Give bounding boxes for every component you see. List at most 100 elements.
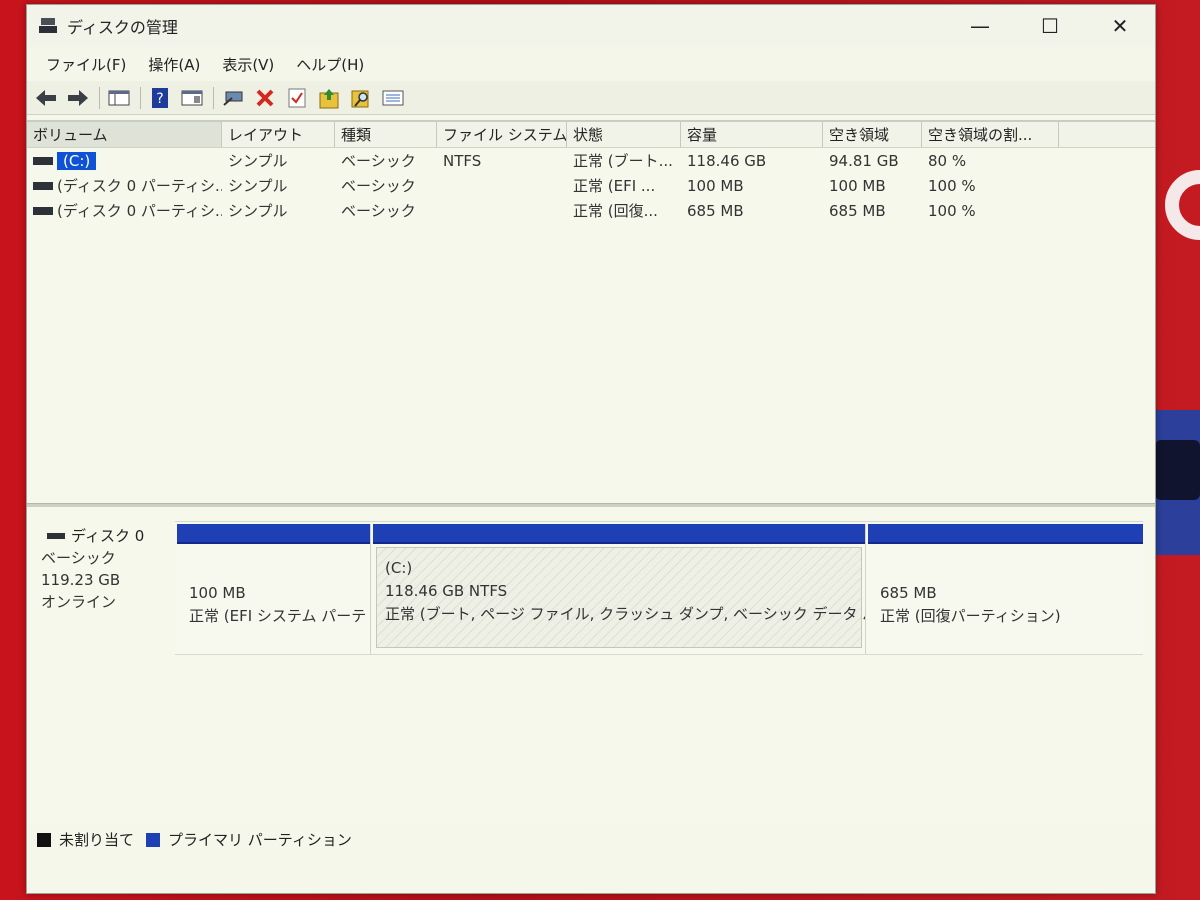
volume-name: (ディスク 0 パーティシ... (57, 202, 222, 220)
legend-label: プライマリ パーティション (168, 831, 352, 849)
partition-recovery[interactable]: 685 MB 正常 (回復パーティション) (868, 524, 1143, 654)
maximize-button[interactable]: ☐ (1015, 5, 1085, 47)
disk-graph-pane: ディスク 0 ベーシック 119.23 GB オンライン 100 MB 正常 (… (27, 507, 1155, 825)
title-bar: ディスクの管理 — ☐ ✕ (27, 5, 1155, 47)
menu-action[interactable]: 操作(A) (137, 54, 211, 75)
legend-unallocated: 未割り当て (37, 829, 134, 850)
legend-swatch (37, 832, 51, 847)
capacity-cell: 685 MB (687, 201, 744, 220)
volume-cell: (ディスク 0 パーティシ... (27, 173, 222, 198)
volume-name: (C:) (57, 151, 97, 170)
free-space-cell: 100 MB (829, 176, 886, 195)
column-volume[interactable]: ボリューム (27, 122, 222, 147)
disk-name-label: ディスク 0 (71, 527, 145, 545)
capacity-cell: 118.46 GB (687, 151, 767, 170)
partition-text: (C:) 118.46 GB NTFS 正常 (ブート, ページ ファイル, ク… (373, 547, 865, 626)
search-folder-icon[interactable] (348, 85, 374, 111)
delete-icon[interactable] (252, 85, 278, 111)
back-icon[interactable] (33, 85, 59, 111)
toolbar: ? (27, 81, 1155, 115)
check-icon[interactable] (284, 85, 310, 111)
disk-icon (47, 533, 65, 539)
column-filesystem[interactable]: ファイル システム (437, 122, 567, 147)
menu-file[interactable]: ファイル(F) (35, 54, 137, 75)
legend-swatch (146, 832, 161, 847)
toolbar-separator (99, 86, 100, 109)
window-title: ディスクの管理 (67, 18, 178, 37)
list-view-icon[interactable] (380, 85, 406, 111)
toolbar-separator (213, 86, 214, 109)
free-percent-cell: 80 % (928, 151, 967, 170)
free-percent-cell: 100 % (928, 176, 976, 195)
partition-c[interactable]: (C:) 118.46 GB NTFS 正常 (ブート, ページ ファイル, ク… (373, 524, 866, 654)
background-decoration (1165, 170, 1200, 240)
table-row[interactable]: (ディスク 0 パーティシ... シンプル ベーシック 正常 (EFI ... … (27, 173, 1155, 198)
volume-icon (33, 206, 53, 215)
volume-name: (ディスク 0 パーティシ... (57, 177, 222, 195)
disk-management-window: ディスクの管理 — ☐ ✕ ファイル(F) 操作(A) 表示(V) ヘルプ(H)… (26, 4, 1156, 894)
partition-label: (C:) (385, 559, 413, 577)
partition-bar (868, 524, 1143, 544)
column-type[interactable]: 種類 (335, 122, 437, 147)
status-cell: 正常 (回復... (573, 202, 658, 220)
menu-help[interactable]: ヘルプ(H) (285, 54, 375, 75)
partition-efi[interactable]: 100 MB 正常 (EFI システム パーテ (177, 524, 371, 654)
partition-text: 685 MB 正常 (回復パーティション) (868, 544, 1143, 628)
free-space-cell: 685 MB (829, 201, 886, 220)
filesystem-cell (437, 173, 567, 198)
capacity-cell: 100 MB (687, 176, 744, 195)
table-row[interactable]: (ディスク 0 パーティシ... シンプル ベーシック 正常 (回復... 68… (27, 198, 1155, 223)
disk-status: オンライン (41, 593, 117, 611)
background-usb-connector (1155, 440, 1200, 500)
partition-bar (177, 524, 370, 544)
volume-cell: (C:) (27, 148, 222, 173)
menu-bar: ファイル(F) 操作(A) 表示(V) ヘルプ(H) (27, 47, 1155, 81)
volume-list-header: ボリューム レイアウト 種類 ファイル システム 状態 容量 空き領域 空き領域… (27, 120, 1155, 148)
minimize-button[interactable]: — (945, 5, 1015, 47)
table-row[interactable]: (C:) シンプル ベーシック NTFS 正常 (ブート... 118.46 G… (27, 148, 1155, 173)
console-tree-icon[interactable] (106, 85, 132, 111)
column-layout[interactable]: レイアウト (222, 122, 335, 147)
svg-text:?: ? (156, 91, 163, 107)
legend-primary-partition: プライマリ パーティション (146, 829, 352, 850)
disk-partition-row: 100 MB 正常 (EFI システム パーテ (C:) 118.46 GB N… (175, 521, 1143, 655)
disk-info[interactable]: ディスク 0 ベーシック 119.23 GB オンライン (41, 525, 171, 613)
layout-cell: シンプル (228, 177, 288, 195)
column-free-space[interactable]: 空き領域 (823, 122, 922, 147)
help-icon[interactable]: ? (147, 85, 173, 111)
type-cell: ベーシック (341, 177, 416, 195)
partition-size: 685 MB (880, 584, 937, 602)
disk-size: 119.23 GB (41, 571, 121, 589)
partition-text: 100 MB 正常 (EFI システム パーテ (177, 544, 370, 628)
status-cell: 正常 (ブート... (573, 152, 673, 170)
partition-bar (373, 524, 865, 544)
menu-view[interactable]: 表示(V) (211, 54, 285, 75)
type-cell: ベーシック (341, 152, 416, 170)
volume-icon (33, 181, 53, 190)
disk-management-icon (39, 18, 57, 34)
partition-status: 正常 (回復パーティション) (880, 607, 1061, 625)
forward-icon[interactable] (65, 85, 91, 111)
disk-name: ディスク 0 (41, 525, 171, 547)
folder-up-icon[interactable] (316, 85, 342, 111)
partition-size: 100 MB (189, 584, 246, 602)
toolbar-separator (140, 86, 141, 109)
legend: 未割り当て プライマリ パーティション (37, 829, 364, 850)
column-capacity[interactable]: 容量 (681, 122, 823, 147)
properties-icon[interactable] (179, 85, 205, 111)
legend-label: 未割り当て (59, 831, 135, 849)
type-cell: ベーシック (341, 202, 416, 220)
layout-cell: シンプル (228, 152, 288, 170)
partition-status: 正常 (ブート, ページ ファイル, クラッシュ ダンプ, ベーシック データ … (385, 605, 865, 623)
partition-size: 118.46 GB NTFS (385, 582, 508, 600)
connect-icon[interactable] (220, 85, 246, 111)
column-free-percent[interactable]: 空き領域の割... (922, 122, 1059, 147)
volume-icon (33, 156, 53, 165)
window-controls: — ☐ ✕ (945, 5, 1155, 47)
close-button[interactable]: ✕ (1085, 5, 1155, 47)
column-status[interactable]: 状態 (567, 122, 681, 147)
free-space-cell: 94.81 GB (829, 151, 899, 170)
layout-cell: シンプル (228, 202, 288, 220)
volume-cell: (ディスク 0 パーティシ... (27, 198, 222, 223)
status-cell: 正常 (EFI ... (573, 177, 656, 195)
